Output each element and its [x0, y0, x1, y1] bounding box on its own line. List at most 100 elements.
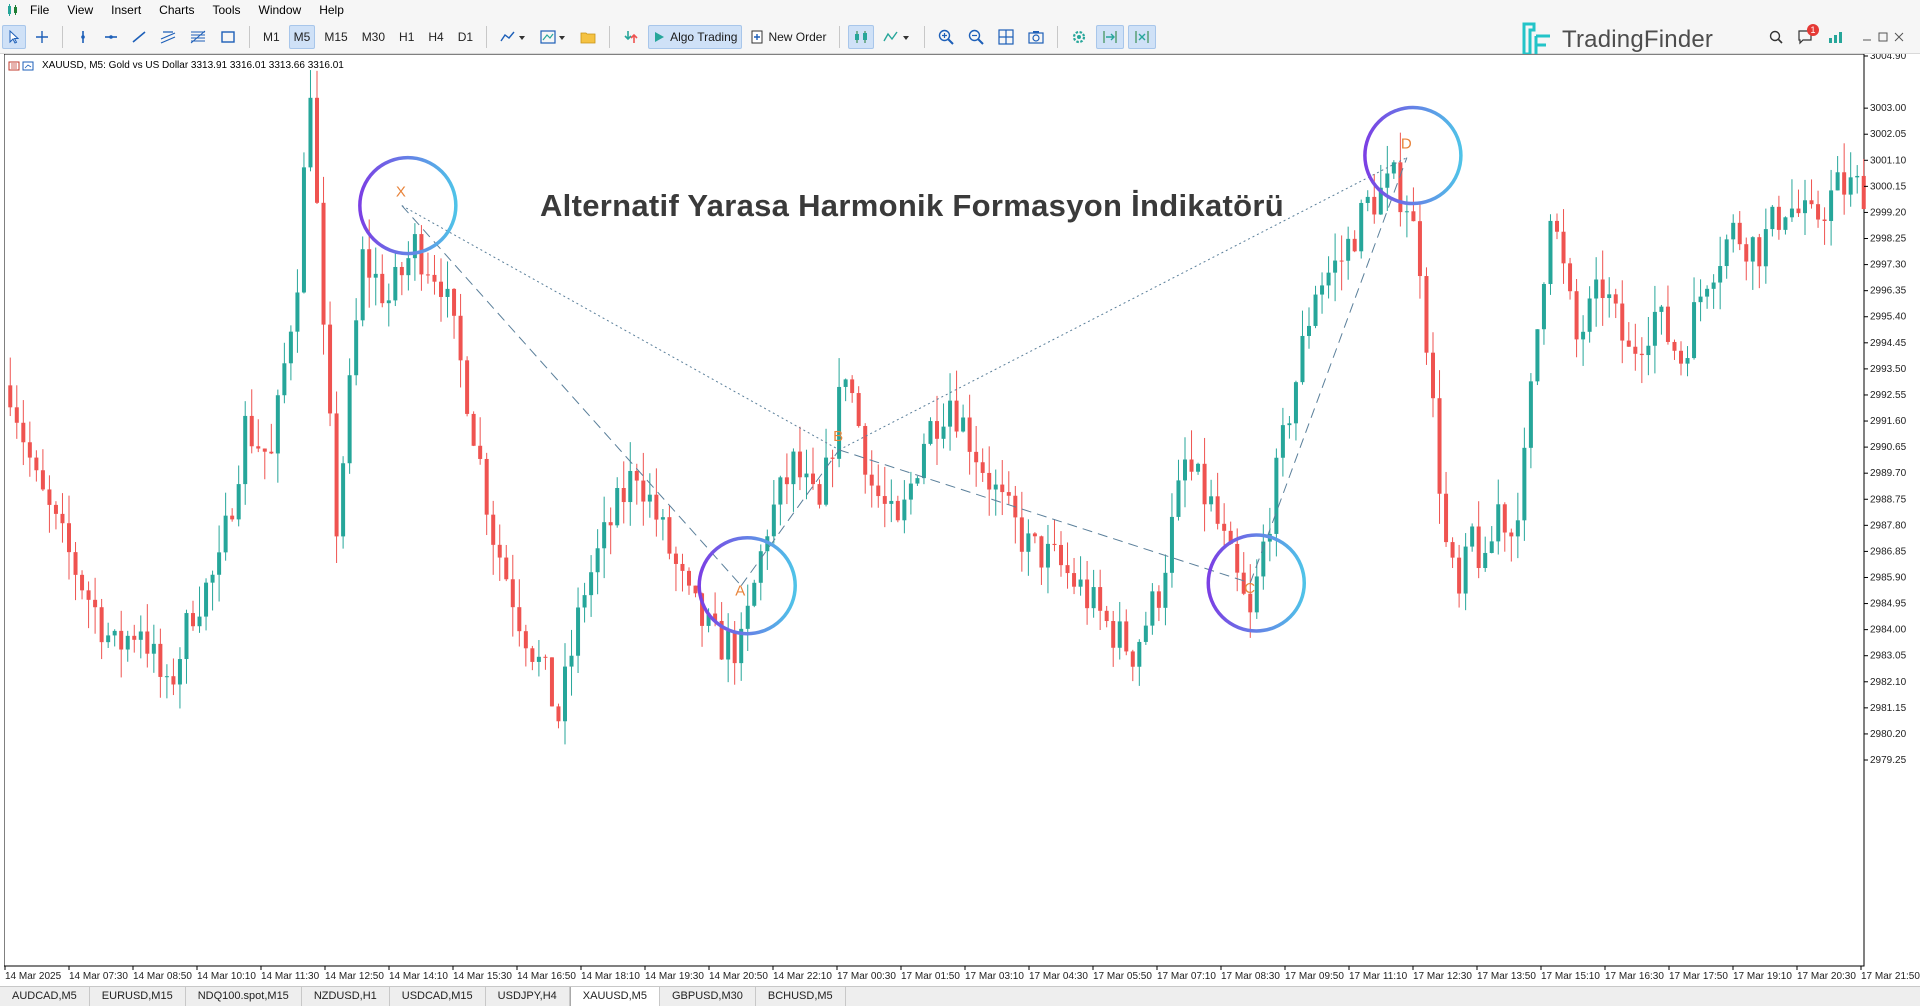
screenshot-icon[interactable] — [1023, 25, 1049, 49]
candle-body — [974, 451, 979, 463]
shapes-icon[interactable] — [215, 25, 241, 49]
equidistant-channel-icon[interactable] — [155, 25, 181, 49]
tab-eurusd[interactable]: EURUSD,M15 — [90, 987, 186, 1006]
tab-bchusd[interactable]: BCHUSD,M5 — [756, 987, 846, 1006]
algo-trading-button[interactable]: Algo Trading — [648, 24, 743, 49]
window-controls-icon[interactable] — [1856, 25, 1910, 49]
vertical-line-icon[interactable] — [71, 25, 95, 49]
candle-body — [863, 425, 868, 475]
candle-body — [510, 579, 515, 608]
candle-body — [386, 300, 391, 304]
candle-body — [308, 97, 313, 168]
tab-gbpusd[interactable]: GBPUSD,M30 — [660, 987, 756, 1006]
timeframe-m1[interactable]: M1 — [258, 25, 285, 49]
time-tick-label: 14 Mar 16:50 — [517, 971, 576, 980]
grid-icon[interactable] — [993, 25, 1019, 49]
tab-audcad[interactable]: AUDCAD,M5 — [0, 987, 90, 1006]
signal-icon[interactable] — [1822, 25, 1852, 49]
candle-body — [1829, 190, 1834, 222]
candle-body — [1581, 331, 1586, 340]
cursor-tool-button[interactable] — [2, 24, 26, 49]
candle-body — [1072, 573, 1077, 587]
price-tick-label: 2993.50 — [1870, 364, 1907, 375]
menu-help[interactable]: Help — [315, 0, 358, 20]
chart-shift-icon[interactable] — [1128, 24, 1157, 49]
market-watch-icon[interactable] — [618, 25, 644, 49]
candle-body — [1209, 496, 1214, 505]
price-tick-label: 2989.70 — [1870, 468, 1907, 479]
zoom-in-icon[interactable] — [933, 25, 959, 49]
app-icon — [6, 3, 20, 17]
candle-body — [948, 400, 953, 427]
candle-body — [1659, 306, 1664, 312]
menu-tools[interactable]: Tools — [209, 0, 255, 20]
tab-usdcad[interactable]: USDCAD,M15 — [390, 987, 486, 1006]
candle-body — [791, 451, 796, 485]
timeframe-m5[interactable]: M5 — [288, 24, 316, 49]
candle-body — [1665, 306, 1670, 342]
folder-icon[interactable] — [575, 25, 601, 49]
candle-body — [119, 630, 124, 650]
candle-body — [282, 363, 287, 396]
tab-usdjpy[interactable]: USDJPY,H4 — [486, 987, 570, 1006]
candle-body — [928, 421, 933, 444]
candle-body — [99, 607, 104, 643]
settings-gear-icon[interactable] — [1066, 25, 1092, 49]
play-icon — [655, 31, 665, 42]
timeframe-d1[interactable]: D1 — [453, 25, 478, 49]
candle-body — [1104, 610, 1109, 622]
templates-dropdown-icon[interactable] — [535, 25, 571, 49]
menu-window[interactable]: Window — [255, 0, 316, 20]
algo-trading-label: Algo Trading — [670, 29, 738, 44]
candle-body — [1176, 480, 1181, 517]
indicators-dropdown-icon[interactable] — [495, 25, 531, 49]
candle-body — [1861, 175, 1866, 210]
candle-body — [1685, 358, 1690, 364]
candle-body — [1333, 260, 1338, 273]
bar-chart-icon[interactable] — [848, 24, 875, 49]
candle-body — [628, 470, 633, 503]
candle-body — [204, 582, 209, 617]
tab-ndq100[interactable]: NDQ100.spot,M15 — [186, 987, 302, 1006]
candle-body — [445, 288, 450, 297]
timeframe-m30[interactable]: M30 — [357, 25, 390, 49]
candle-body — [595, 548, 600, 573]
tab-nzdusd[interactable]: NZDUSD,H1 — [302, 987, 390, 1006]
menu-file[interactable]: File — [26, 0, 63, 20]
tab-xauusd[interactable]: XAUUSD,M5 — [569, 987, 660, 1006]
search-icon[interactable] — [1764, 25, 1788, 49]
menu-view[interactable]: View — [63, 0, 107, 20]
candle-body — [315, 97, 319, 203]
candle-body — [425, 274, 430, 276]
candle-body — [1006, 492, 1011, 496]
fibonacci-icon[interactable] — [185, 25, 211, 49]
price-tick-label: 2994.45 — [1870, 338, 1907, 349]
candle-body — [399, 266, 404, 276]
candle-body — [824, 457, 829, 505]
menu-charts[interactable]: Charts — [155, 0, 208, 20]
chart-window-icons — [8, 61, 34, 70]
timeframe-h4[interactable]: H4 — [423, 25, 448, 49]
menu-insert[interactable]: Insert — [107, 0, 155, 20]
candle-body — [230, 515, 235, 520]
time-tick-label: 14 Mar 20:50 — [709, 971, 768, 980]
auto-scroll-icon[interactable] — [1096, 24, 1125, 49]
timeframe-h1[interactable]: H1 — [394, 25, 419, 49]
new-order-button[interactable]: New Order — [746, 25, 831, 49]
candle-body — [1770, 206, 1775, 230]
candle-body — [1078, 579, 1083, 587]
horizontal-line-icon[interactable] — [99, 25, 123, 49]
candle-body — [1431, 352, 1435, 399]
candle-body — [288, 331, 293, 364]
time-tick-label: 17 Mar 09:50 — [1285, 971, 1344, 980]
timeframe-m15[interactable]: M15 — [319, 25, 352, 49]
crosshair-icon[interactable] — [30, 25, 54, 49]
candle-body — [817, 484, 822, 505]
notifications-button[interactable]: 1 — [1792, 23, 1819, 49]
candle-body — [360, 249, 365, 321]
candle-body — [667, 517, 672, 554]
trendline-icon[interactable] — [127, 25, 151, 49]
line-chart-dropdown-icon[interactable] — [878, 25, 916, 49]
candle-body — [1568, 263, 1573, 292]
zoom-out-icon[interactable] — [963, 25, 989, 49]
